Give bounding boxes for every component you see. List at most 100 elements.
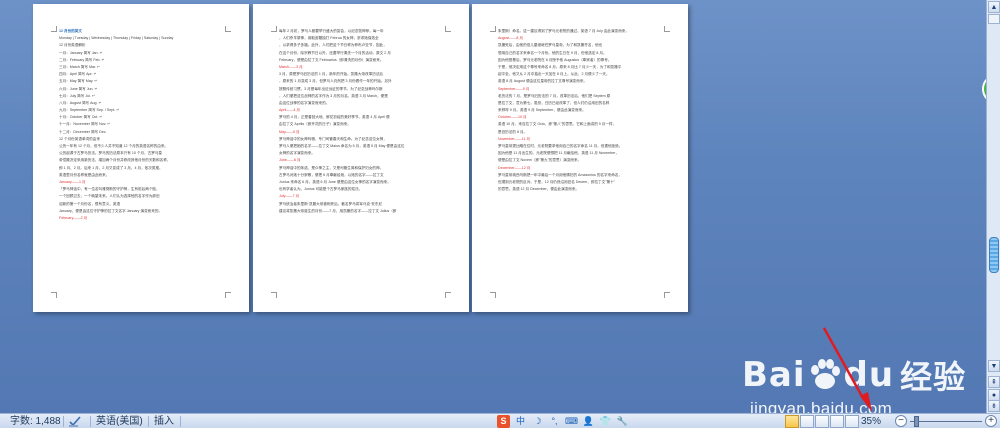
section-heading[interactable]: December——12 月 — [498, 165, 666, 172]
ruler-toggle-icon[interactable] — [988, 14, 1000, 24]
document-page-2[interactable]: 每年 2 月初，罗马人都要举行盛大的宴会，以纪念牧神菲。每一年 ，人们杀羊祭神，用… — [253, 4, 469, 312]
text-line[interactable]: 「罗马神话中，有一位名叫雅努斯的守护神，生有前后两个脸， — [59, 186, 227, 193]
text-line[interactable]: 罗马统治者朱里斯·凯撒大帝被刺死后，著名罗马将军马克·安东尼 — [279, 201, 447, 208]
text-line[interactable]: 帝恺撒决定采用新历法，增加两个月份并修改其他月份的天数和名称， — [59, 157, 227, 164]
text-line[interactable]: 凯撒死后，由他的侄儿屋维继任罗马皇帝。为了和凯撒齐名，他也 — [498, 42, 666, 49]
text-line[interactable]: 也有学者认为，Junius 可能是个古罗马家族的姓氏。 — [279, 186, 447, 193]
text-line[interactable]: ，人们杀羊祭神，用取皮鞭抽打 Februa 的女神，祈求她保佑全 — [279, 35, 447, 42]
previous-page-button[interactable]: ⇞ — [988, 376, 1000, 388]
skin-icon[interactable]: 👕 — [599, 415, 612, 428]
text-line[interactable]: 七月：July 简写 Jul. ↵ — [59, 93, 227, 100]
scrollbar-thumb[interactable] — [989, 237, 999, 273]
text-line[interactable]: 由这位战神的名字演变而来的。 — [279, 100, 447, 107]
draft-view-icon[interactable] — [845, 415, 859, 428]
document-title[interactable]: 12 月份的英文 — [59, 28, 227, 35]
text-line[interactable]: 女神的名字演变而来。 — [279, 150, 447, 157]
document-workspace[interactable]: 12 月份的英文 Monday | Tuesday | Wednesday | T… — [0, 0, 986, 413]
text-line[interactable]: 但遭到元老院的反对。于是，12 月仍然沿用旧名 Decem，即拉丁文"第十" — [498, 179, 666, 186]
user-icon[interactable]: 👤 — [582, 415, 595, 428]
scroll-up-button[interactable]: ▲ — [988, 1, 1000, 13]
text-line[interactable]: 在这个月份，除宗教节日以外，还要举行清洗一个月的活动，原文 2 月 — [279, 50, 447, 57]
section-heading[interactable]: May——5 月 — [279, 129, 447, 136]
text-line[interactable]: 罗马神话中的朱诺，是众神之主，又是司管生育和保护妇女的神。 — [279, 165, 447, 172]
text-line[interactable]: 迎新的第一个月份名，很有意义。英语 — [59, 201, 227, 208]
document-page-1[interactable]: 12 月份的英文 Monday | Tuesday | Wednesday | T… — [33, 4, 249, 312]
web-layout-view-icon[interactable] — [815, 415, 829, 428]
text-line[interactable]: 是拉丁文，意为第七。虽然，日历已经改革了，但人们仍沿用旧的名称 — [498, 100, 666, 107]
next-page-button[interactable]: ⇟ — [988, 400, 1000, 412]
text-line[interactable]: 起平坐，他又从 2 月中抽出一天加在 8 月上。从此，2 月便少了一天。 — [498, 71, 666, 78]
keyboard-icon[interactable]: ⌨ — [565, 415, 578, 428]
section-heading[interactable]: November——11 月 — [498, 136, 666, 143]
text-line[interactable]: 十二月：December 简写 Dec. — [59, 129, 227, 136]
text-line[interactable]: 四月：April 简写 Apr. ↵ — [59, 71, 227, 78]
zoom-slider-thumb[interactable] — [914, 416, 919, 427]
section-heading[interactable]: January——1 月 — [59, 179, 227, 186]
zoom-slider-track[interactable] — [910, 421, 982, 422]
text-line[interactable]: 五月：May 简写 May. ↵ — [59, 78, 227, 85]
text-line[interactable]: 八月：August 简写 Aug. ↵ — [59, 100, 227, 107]
text-line[interactable]: 的意思。英语 12 月 December，便由此演变而来。 — [498, 186, 666, 193]
section-heading[interactable]: June——6 月 — [279, 157, 447, 164]
insert-mode-indicator[interactable]: 插入 — [154, 415, 174, 428]
text-line[interactable]: ，原来的 1 月变成 3 月，但罗马人仍然把 3 月份看作一年的开始。另外 — [279, 78, 447, 85]
text-line[interactable]: 古罗马对她十分崇敬，便把 6 月奉献给她，以她的名字——拉丁文 — [279, 172, 447, 179]
page-text[interactable]: 朱里斯）命名。这一建议得到了罗马元老院的通过。英语 7 月 July 由此演变而… — [498, 28, 666, 193]
proofing-icon[interactable] — [68, 415, 82, 428]
text-line[interactable]: 建议将凯撒大帝诞生的月份——7 月，用凯撒的名字——拉丁文 Julius（即 — [279, 208, 447, 215]
text-line[interactable]: Monday | Tuesday | Wednesday | Thursday … — [59, 35, 227, 42]
text-line[interactable]: 便是由拉丁文 Novem（即"第九"的意思）演变而来。 — [498, 157, 666, 164]
text-line[interactable]: February，便是由拉丁文 Februarius（即清洗的月份）演变而来。 — [279, 57, 447, 64]
section-heading[interactable]: August——8 月 — [498, 35, 666, 42]
text-line[interactable]: Junius 来命名 6 月。英语 6 月 June 便是由这位女神的名字演变而… — [279, 179, 447, 186]
text-line[interactable]: 英语 10 月，来自拉丁文 Octo，即"第八"的意思。它和上面讲的 9 月一样… — [498, 121, 666, 128]
text-line[interactable]: ，人们便把这位战神的名字作为 3 月的月名。英语 3 月 March，便是 — [279, 93, 447, 100]
text-line[interactable]: 因为他是 11 月出生的。元老院便想把 11 月献给他，英语 11 月 Nove… — [498, 150, 666, 157]
section-heading[interactable]: September——9 月 — [498, 86, 666, 93]
text-line[interactable]: 罗马的 4 月，正是春回大地、鲜花初绽的美好季节。英语 4 月 April 便 — [279, 114, 447, 121]
page-text[interactable]: 每年 2 月初，罗马人都要举行盛大的宴会，以纪念牧神菲。每一年 ，人们杀羊祭神，用… — [279, 28, 447, 215]
text-line[interactable]: 每年 2 月初，罗马人都要举行盛大的宴会，以纪念牧神菲。每一年 — [279, 28, 447, 35]
sogou-ime-icon[interactable]: S — [497, 415, 510, 428]
text-line[interactable]: 罗马皇帝琉西乌斯把一年中最后一个月用他情妇的 Amazonius 的名字来命名， — [498, 172, 666, 179]
zoom-in-button[interactable]: + — [985, 415, 997, 427]
text-line[interactable]: 朱里斯）命名。这一建议得到了罗马元老院的通过。英语 7 月 July 由此演变而… — [498, 28, 666, 35]
zoom-out-button[interactable]: − — [895, 415, 907, 427]
outline-view-icon[interactable] — [830, 415, 844, 428]
text-line[interactable]: 二月：February 简写 Feb. ↵ — [59, 57, 227, 64]
punctuation-icon[interactable]: °, — [548, 415, 561, 428]
word-count[interactable]: 字数: 1,488 — [10, 415, 61, 428]
section-heading[interactable]: October——10 月 — [498, 114, 666, 121]
text-line[interactable]: 想用自己的名字来命名一个月份。他的生日在 9 月，但他选定 8 月。 — [498, 50, 666, 57]
chinese-mode-icon[interactable]: 中 — [514, 415, 527, 428]
text-line[interactable]: 来称呼 9 月。英语 9 月 September，便由此演变而来。 — [498, 107, 666, 114]
section-heading[interactable]: July——7 月 — [279, 193, 447, 200]
text-line[interactable]: 3 月，原是罗马旧历法的 1 月，新年的开始。凯撒大帝改革历法后 — [279, 71, 447, 78]
text-line[interactable]: 英语 8 月 August 便由这位皇帝的拉丁文尊号演变而来。 — [498, 78, 666, 85]
text-line[interactable]: 六月：June 简写 Jun. ↵ — [59, 86, 227, 93]
text-line[interactable]: 三月：March 简写 Mar. ↵ — [59, 64, 227, 71]
section-heading[interactable]: April——4 月 — [279, 107, 447, 114]
print-layout-view-icon[interactable] — [785, 415, 799, 428]
scroll-down-button[interactable]: ▼ — [988, 360, 1000, 372]
settings-wrench-icon[interactable]: 🔧 — [616, 415, 629, 428]
text-line[interactable]: 罗马皇帝提比略在位时，元老院要求他用自己的名字命名 11 月，但遭他拒绝。 — [498, 143, 666, 150]
document-page-3[interactable]: 朱里斯）命名。这一建议得到了罗马元老院的通过。英语 7 月 July 由此演变而… — [472, 4, 688, 312]
section-heading[interactable]: March——3 月 — [279, 64, 447, 71]
text-line[interactable]: 12 个月份英语单词的由来 — [59, 136, 227, 143]
text-line[interactable]: 英语里月份名称就是由此而来。 — [59, 172, 227, 179]
text-line[interactable]: 按照传统习惯，3 月是每年出征远征的季节。为了纪念战神玛尔斯 — [279, 86, 447, 93]
section-heading[interactable]: February——2 月 — [59, 215, 227, 222]
text-line[interactable]: 罗马人便把她的名字——拉丁文 Maius 命名为 5 月，英语 5 月 May … — [279, 143, 447, 150]
language-indicator[interactable]: 英语(美国) — [96, 415, 143, 428]
text-line[interactable]: 老历法的 7 月，是罗马旧历法的 7 月，改革历法后，他们把 Septem 原 — [498, 93, 666, 100]
zoom-level[interactable]: 35% — [861, 415, 881, 428]
vertical-scrollbar[interactable]: ▲ ▼ ⇞ ● ⇟ — [986, 0, 1000, 413]
text-line[interactable]: 九月：September 简写 Sep. / Sept. ↵ — [59, 107, 227, 114]
text-line[interactable]: 因为他登基后，罗马元老院在 8 月授予他 Augustus（奉崇者）的尊号。 — [498, 57, 666, 64]
text-line[interactable]: 一个回顾过去，一个眺望未来。人们认为选择他的名字作为辞旧 — [59, 193, 227, 200]
text-line[interactable]: 是旧历法的 8 月。 — [498, 129, 666, 136]
text-line[interactable]: January，便是由这位守护神的拉丁文名字 January 演变而来的。 — [59, 208, 227, 215]
text-line[interactable]: ，以求得多子多福。此外，人们把这个节日称为菲布卢亚节，因此， — [279, 42, 447, 49]
text-line[interactable]: 罗马神话中的女神玛雅，专门司管春天和生命。为了纪念这位女神， — [279, 136, 447, 143]
